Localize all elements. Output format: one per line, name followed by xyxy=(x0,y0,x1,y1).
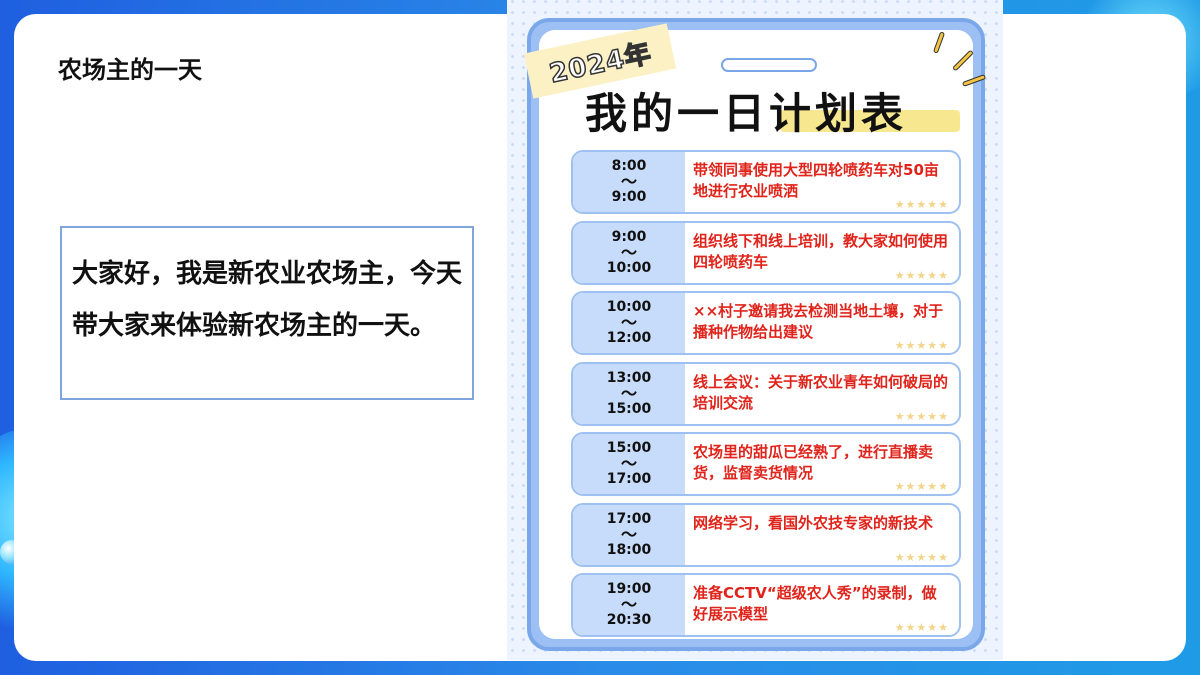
planner-title: 我的一日计划表 xyxy=(585,89,908,138)
time-range: 15:00 ～ 17:00 xyxy=(573,434,685,494)
phone-speaker xyxy=(721,58,817,72)
end-time: 12:00 xyxy=(606,330,652,346)
time-separator: ～ xyxy=(620,524,637,544)
time-separator: ～ xyxy=(620,454,637,473)
intro-text-box[interactable]: 大家好，我是新农业农场主，今天带大家来体验新农场主的一天。 xyxy=(60,226,474,400)
task-text: ××村子邀请我去检测当地土壤，对于播种作物给出建议 xyxy=(693,302,944,341)
slide-title: 农场主的一天 xyxy=(58,56,202,84)
task-text: 农场里的甜瓜已经熟了，进行直播卖货，监督卖货情况 xyxy=(693,443,934,482)
end-time: 10:00 xyxy=(606,259,652,276)
schedule-row[interactable]: 17:00 ～ 18:00 网络学习，看国外农技专家的新技术 ★★★★★ xyxy=(571,502,961,567)
time-range: 9:00 ～ 10:00 xyxy=(573,222,685,283)
task-text: 组织线下和线上培训，教大家如何使用四轮喷药车 xyxy=(693,231,949,271)
task-text: 带领同事使用大型四轮喷药车对50亩地进行农业喷洒 xyxy=(693,161,939,200)
time-separator: ～ xyxy=(620,313,637,332)
star-rating-icon: ★★★★★ xyxy=(894,550,949,564)
star-rating-icon: ★★★★★ xyxy=(894,621,949,634)
time-range: 17:00 ～ 18:00 xyxy=(573,504,685,565)
time-separator: ～ xyxy=(620,172,637,191)
end-time: 15:00 xyxy=(606,400,652,417)
star-rating-icon: ★★★★★ xyxy=(894,339,949,352)
intro-text: 大家好，我是新农业农场主，今天带大家来体验新农场主的一天。 xyxy=(72,259,463,341)
schedule-row[interactable]: 8:00 ～ 9:00 带领同事使用大型四轮喷药车对50亩地进行农业喷洒 ★★★… xyxy=(571,150,961,214)
time-separator: ～ xyxy=(620,242,637,262)
task-text: 准备CCTV“超级农人秀”的录制，做好展示模型 xyxy=(693,584,937,623)
time-separator: ～ xyxy=(620,595,637,614)
schedule-row[interactable]: 19:00 ～ 20:30 准备CCTV“超级农人秀”的录制，做好展示模型 ★★… xyxy=(571,573,961,637)
star-rating-icon: ★★★★★ xyxy=(894,409,949,423)
end-time: 9:00 xyxy=(611,189,647,205)
schedule-row[interactable]: 10:00 ～ 12:00 ××村子邀请我去检测当地土壤，对于播种作物给出建议 … xyxy=(571,291,961,355)
end-time: 18:00 xyxy=(606,541,652,558)
schedule-row[interactable]: 9:00 ～ 10:00 组织线下和线上培训，教大家如何使用四轮喷药车 ★★★★… xyxy=(571,220,961,285)
end-time: 17:00 xyxy=(606,471,652,487)
star-rating-icon: ★★★★★ xyxy=(894,480,949,493)
task-text: 网络学习，看国外农技专家的新技术 xyxy=(693,513,934,532)
star-rating-icon: ★★★★★ xyxy=(894,268,949,282)
time-range: 19:00 ～ 20:30 xyxy=(573,575,685,635)
task-text: 线上会议：关于新农业青年如何破局的培训交流 xyxy=(693,372,949,412)
time-separator: ～ xyxy=(620,383,637,403)
schedule-row[interactable]: 13:00 ～ 15:00 线上会议：关于新农业青年如何破局的培训交流 ★★★★… xyxy=(571,361,961,426)
time-range: 8:00 ～ 9:00 xyxy=(573,152,685,212)
star-rating-icon: ★★★★★ xyxy=(894,198,949,211)
schedule-row[interactable]: 15:00 ～ 17:00 农场里的甜瓜已经熟了，进行直播卖货，监督卖货情况 ★… xyxy=(571,432,961,496)
time-range: 13:00 ～ 15:00 xyxy=(573,363,685,424)
schedule-list: 8:00 ～ 9:00 带领同事使用大型四轮喷药车对50亩地进行农业喷洒 ★★★… xyxy=(571,150,961,644)
time-range: 10:00 ～ 12:00 xyxy=(573,293,685,353)
end-time: 20:30 xyxy=(606,612,652,628)
